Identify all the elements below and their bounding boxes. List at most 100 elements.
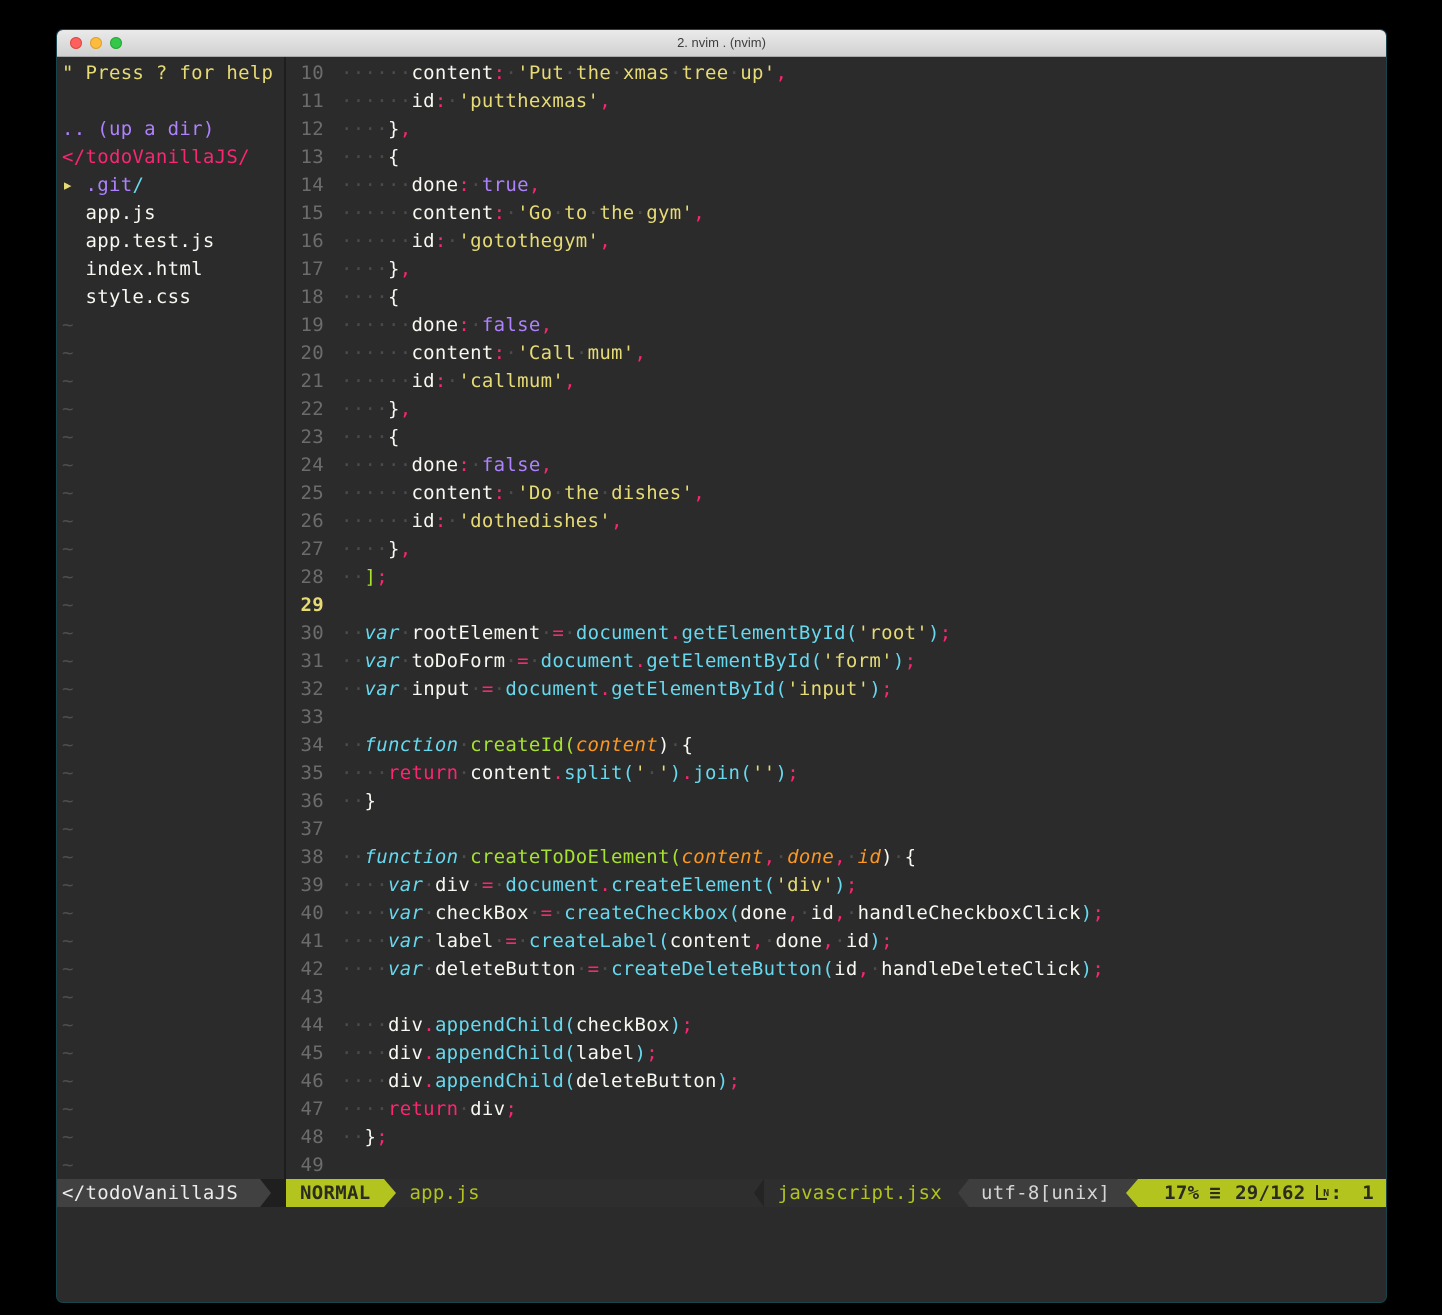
code-line-45[interactable]: 45 ····div.appendChild(label);: [286, 1039, 1386, 1067]
empty-line-tilde: ~: [62, 843, 284, 871]
empty-line-tilde: ~: [62, 899, 284, 927]
code-line-11[interactable]: 11······id:·'putthexmas',: [286, 87, 1386, 115]
empty-line-tilde: ~: [62, 451, 284, 479]
code-line-43[interactable]: 43: [286, 983, 1386, 1011]
code-line-48[interactable]: 48··};: [286, 1123, 1386, 1151]
code-text: ······content:·'Call·mum',: [341, 339, 646, 367]
empty-line-tilde: ~: [62, 731, 284, 759]
code-text: ··};: [341, 1123, 388, 1151]
empty-line-tilde: ~: [62, 815, 284, 843]
code-line-23[interactable]: 23····{: [286, 423, 1386, 451]
code-line-39[interactable]: 39····var·div·=·document.createElement('…: [286, 871, 1386, 899]
code-text: ····return·div;: [341, 1095, 517, 1123]
code-line-32[interactable]: 32··var·input·=·document.getElementById(…: [286, 675, 1386, 703]
line-number: 45: [286, 1039, 324, 1067]
code-line-20[interactable]: 20······content:·'Call·mum',: [286, 339, 1386, 367]
line-number: 49: [286, 1151, 324, 1179]
code-text: ··}: [341, 787, 376, 815]
empty-line-tilde: ~: [62, 675, 284, 703]
code-text: ······id:·'gotothegym',: [341, 227, 611, 255]
empty-line-tilde: ~: [62, 479, 284, 507]
code-line-24[interactable]: 24······done:·false,: [286, 451, 1386, 479]
code-line-15[interactable]: 15······content:·'Go·to·the·gym',: [286, 199, 1386, 227]
code-line-47[interactable]: 47····return·div;: [286, 1095, 1386, 1123]
code-line-35[interactable]: 35····return·content.split('·').join('')…: [286, 759, 1386, 787]
empty-line-tilde: ~: [62, 703, 284, 731]
code-line-46[interactable]: 46····div.appendChild(deleteButton);: [286, 1067, 1386, 1095]
command-line: [57, 1207, 1386, 1302]
tree-item-app-js[interactable]: app.js: [62, 199, 284, 227]
code-line-31[interactable]: 31··var·toDoForm·=·document.getElementBy…: [286, 647, 1386, 675]
scroll-percent: 17%: [1164, 1179, 1199, 1207]
code-line-38[interactable]: 38··function·createToDoElement(content,·…: [286, 843, 1386, 871]
code-line-17[interactable]: 17····},: [286, 255, 1386, 283]
powerline-chevron-left-icon: [754, 1179, 764, 1207]
window-title: 2. nvim . (nvim): [57, 30, 1386, 55]
code-line-44[interactable]: 44····div.appendChild(checkBox);: [286, 1011, 1386, 1039]
code-line-10[interactable]: 10······content:·'Put·the·xmas·tree·up',: [286, 59, 1386, 87]
empty-line-tilde: ~: [62, 1011, 284, 1039]
code-line-34[interactable]: 34··function·createId(content)·{: [286, 731, 1386, 759]
code-line-28[interactable]: 28··];: [286, 563, 1386, 591]
empty-line-tilde: ~: [62, 395, 284, 423]
code-text: ····div.appendChild(label);: [341, 1039, 658, 1067]
code-line-36[interactable]: 36··}: [286, 787, 1386, 815]
code-line-13[interactable]: 13····{: [286, 143, 1386, 171]
close-button[interactable]: [70, 37, 82, 49]
code-line-27[interactable]: 27····},: [286, 535, 1386, 563]
code-line-16[interactable]: 16 ······id:·'gotothegym',: [286, 227, 1386, 255]
code-text: ····div.appendChild(checkBox);: [341, 1011, 693, 1039]
line-number: 33: [286, 703, 324, 731]
line-number: 42: [286, 955, 324, 983]
tree-up-dir[interactable]: .. (up a dir): [62, 115, 284, 143]
empty-line-tilde: ~: [62, 563, 284, 591]
tree-item-style-css[interactable]: style.css: [62, 283, 284, 311]
minimize-button[interactable]: [90, 37, 102, 49]
nvim-main-area: " Press ? for help.. (up a dir)</todoVan…: [57, 57, 1386, 1179]
code-line-49[interactable]: 49: [286, 1151, 1386, 1179]
line-number: 41: [286, 927, 324, 955]
code-line-26[interactable]: 26······id:·'dothedishes',: [286, 507, 1386, 535]
code-text: ······content:·'Put·the·xmas·tree·up',: [341, 59, 787, 87]
code-line-19[interactable]: 19······done:·false,: [286, 311, 1386, 339]
file-tree[interactable]: " Press ? for help.. (up a dir)</todoVan…: [57, 57, 284, 1179]
code-line-33[interactable]: 33: [286, 703, 1386, 731]
tree-root[interactable]: </todoVanillaJS/: [62, 143, 284, 171]
line-number: 18: [286, 283, 324, 311]
code-line-29[interactable]: 29: [286, 591, 1386, 619]
code-text: ··];: [341, 563, 388, 591]
code-line-41[interactable]: 41····var·label·=·createLabel(content,·d…: [286, 927, 1386, 955]
code-text: ··var·input·=·document.getElementById('i…: [341, 675, 893, 703]
column-number: 1: [1362, 1179, 1374, 1207]
line-number: 46: [286, 1067, 324, 1095]
code-buffer[interactable]: 10······content:·'Put·the·xmas·tree·up',…: [286, 57, 1386, 1179]
code-text: ······id:·'dothedishes',: [341, 507, 623, 535]
empty-line-tilde: ~: [62, 1151, 284, 1179]
code-line-37[interactable]: 37: [286, 815, 1386, 843]
code-line-30[interactable]: 30··var·rootElement·=·document.getElemen…: [286, 619, 1386, 647]
code-line-18[interactable]: 18····{: [286, 283, 1386, 311]
lines-icon: ≡: [1209, 1179, 1221, 1207]
line-number: 24: [286, 451, 324, 479]
line-number: 16: [286, 227, 324, 255]
cursor-position-segment: 17% ≡ 29/162 N : 1: [1138, 1179, 1386, 1207]
code-line-42[interactable]: 42····var·deleteButton·=·createDeleteBut…: [286, 955, 1386, 983]
code-line-22[interactable]: 22····},: [286, 395, 1386, 423]
tree-item-app-test-js[interactable]: app.test.js: [62, 227, 284, 255]
code-line-14[interactable]: 14······done:·true,: [286, 171, 1386, 199]
code-text: ··function·createToDoElement(content,·do…: [341, 843, 916, 871]
empty-line-tilde: ~: [62, 927, 284, 955]
code-line-21[interactable]: 21······id:·'callmum',: [286, 367, 1386, 395]
code-line-12[interactable]: 12····},: [286, 115, 1386, 143]
code-line-40[interactable]: 40····var·checkBox·=·createCheckbox(done…: [286, 899, 1386, 927]
tree-item-git-dir[interactable]: ▸ .git/: [62, 171, 284, 199]
empty-line-tilde: ~: [62, 619, 284, 647]
line-number: 37: [286, 815, 324, 843]
code-line-25[interactable]: 25······content:·'Do·the·dishes',: [286, 479, 1386, 507]
zoom-button[interactable]: [110, 37, 122, 49]
code-text: ······done:·true,: [341, 171, 541, 199]
title-bar[interactable]: 2. nvim . (nvim): [57, 30, 1386, 57]
tree-item-index-html[interactable]: index.html: [62, 255, 284, 283]
line-number: 27: [286, 535, 324, 563]
code-text: ······id:·'callmum',: [341, 367, 576, 395]
